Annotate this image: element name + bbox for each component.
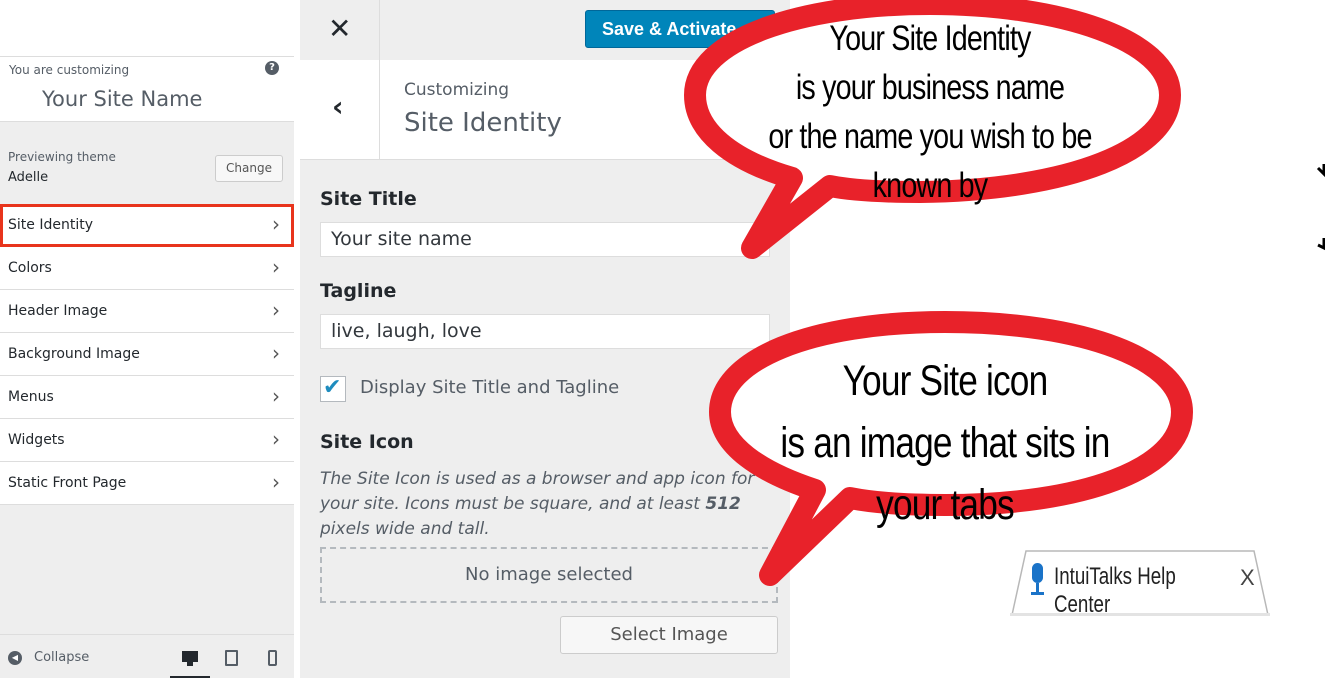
help-icon[interactable]: ? xyxy=(265,61,279,75)
tablet-preview-icon[interactable] xyxy=(222,647,242,669)
callout-text-site-identity: Your Site Identity is your business name… xyxy=(768,19,1092,205)
site-title-label: Site Title xyxy=(320,188,417,210)
tagline-label: Tagline xyxy=(320,280,397,302)
sidebar-item-header-image[interactable]: Header Image › xyxy=(0,290,294,333)
chevron-right-icon: › xyxy=(272,341,280,365)
site-icon-label: Site Icon xyxy=(320,431,414,453)
mobile-preview-icon[interactable] xyxy=(264,647,284,669)
desktop-preview-icon[interactable] xyxy=(180,647,200,669)
sidebar-item-colors[interactable]: Colors › xyxy=(0,247,294,290)
tab-title: IntuiTalks Help Center xyxy=(1054,563,1176,618)
display-title-tagline-label[interactable]: Display Site Title and Tagline xyxy=(360,377,619,398)
site-title-input[interactable]: Your site name xyxy=(320,222,770,257)
theme-name: Adelle xyxy=(8,170,49,185)
customizer-sections-list: Site Identity › Colors › Header Image › … xyxy=(0,204,294,505)
browser-tab-example: IntuiTalks Help Center X xyxy=(1010,547,1270,618)
chevron-right-icon: › xyxy=(272,255,280,279)
chevron-right-icon: › xyxy=(272,384,280,408)
display-title-tagline-checkbox[interactable]: ✔ xyxy=(320,375,346,402)
sidebar-item-label: Static Front Page xyxy=(8,475,127,491)
sidebar-item-label: Widgets xyxy=(8,432,65,448)
microphone-icon xyxy=(1030,563,1044,601)
close-customizer-button[interactable]: ✕ xyxy=(300,0,380,60)
sidebar-item-menus[interactable]: Menus › xyxy=(0,376,294,419)
no-image-text: No image selected xyxy=(465,564,633,585)
collapse-bar: ◀ Collapse xyxy=(0,634,294,678)
sidebar-header-area xyxy=(0,0,294,56)
callout-text-site-icon: Your Site icon is an image that sits in … xyxy=(780,357,1110,529)
chevron-left-icon: ‹ xyxy=(332,90,344,123)
site-name-heading: Your Site Name xyxy=(42,87,203,111)
page-title: Site Identity xyxy=(404,108,562,138)
sidebar-item-label: Colors xyxy=(8,260,52,276)
select-image-button[interactable]: Select Image xyxy=(560,616,778,654)
sidebar-item-static-front-page[interactable]: Static Front Page › xyxy=(0,462,294,505)
site-icon-placeholder[interactable]: No image selected xyxy=(320,547,778,603)
sidebar-item-background-image[interactable]: Background Image › xyxy=(0,333,294,376)
chevron-right-icon: › xyxy=(272,427,280,451)
previewing-theme-label: Previewing theme xyxy=(8,150,116,164)
customizing-info: You are customizing ? Your Site Name xyxy=(0,56,294,122)
breadcrumb: Customizing xyxy=(404,80,510,100)
tagline-input[interactable]: live, laugh, love xyxy=(320,314,770,349)
close-icon: ✕ xyxy=(328,12,352,45)
sidebar-item-label: Menus xyxy=(8,389,54,405)
checkmark-icon: ✔ xyxy=(323,375,342,400)
collapse-arrow-icon[interactable]: ◀ xyxy=(8,651,22,665)
back-button[interactable]: ‹ xyxy=(300,60,380,160)
customizing-label: You are customizing xyxy=(9,63,130,77)
collapse-button[interactable]: Collapse xyxy=(34,650,89,665)
section-header: ‹ Customizing Site Identity xyxy=(300,60,790,160)
sidebar-item-label: Site Identity xyxy=(8,217,93,233)
edge-bracket-marks xyxy=(1316,164,1325,251)
tab-close-icon: X xyxy=(1240,565,1255,590)
sidebar-item-site-identity[interactable]: Site Identity › xyxy=(0,204,294,247)
sidebar-item-widgets[interactable]: Widgets › xyxy=(0,419,294,462)
chevron-right-icon: › xyxy=(272,298,280,322)
theme-info: Previewing theme Adelle Change xyxy=(0,137,294,201)
chevron-right-icon: › xyxy=(272,470,280,494)
customizer-sidebar: You are customizing ? Your Site Name Pre… xyxy=(0,0,294,678)
sidebar-item-label: Header Image xyxy=(8,303,108,319)
chevron-right-icon: › xyxy=(272,212,280,236)
site-identity-controls: Site Title Your site name Tagline live, … xyxy=(300,160,790,678)
change-theme-button[interactable]: Change xyxy=(215,155,283,182)
site-icon-description: The Site Icon is used as a browser and a… xyxy=(320,469,755,539)
sidebar-item-label: Background Image xyxy=(8,346,140,362)
